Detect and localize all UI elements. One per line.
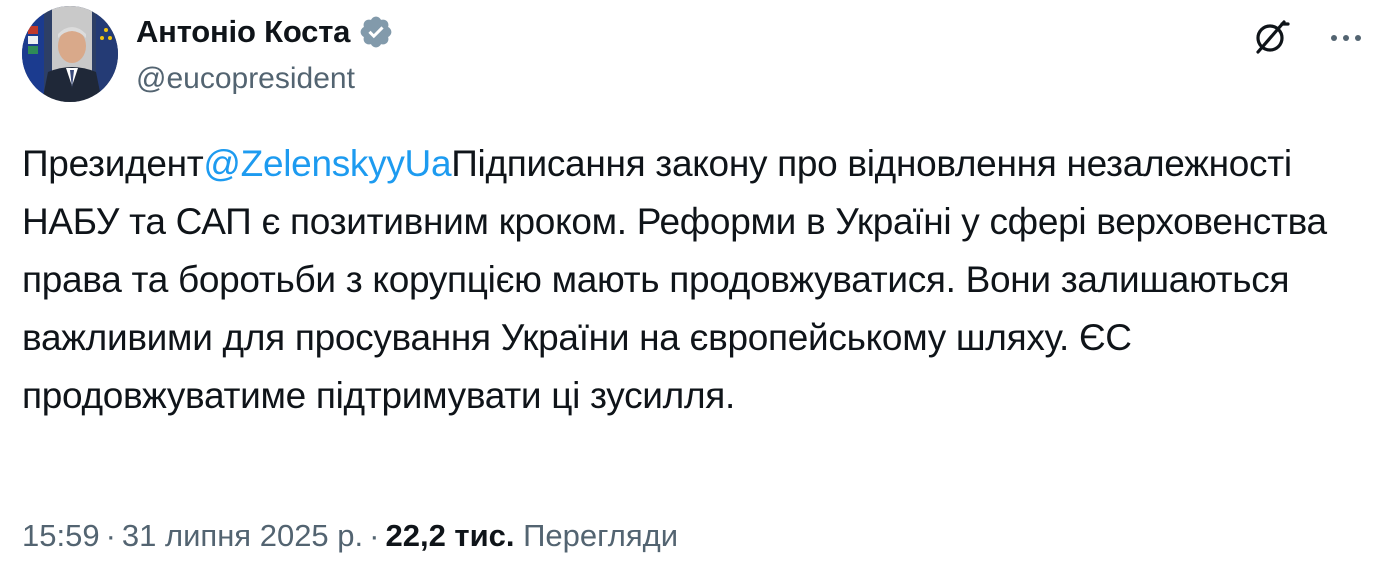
verified-badge-icon[interactable] bbox=[358, 14, 394, 50]
tweet-text: Президент@ZelenskyyUaПідписання закону п… bbox=[22, 135, 1367, 425]
tweet-meta: 15:59 · 31 липня 2025 р. · 22,2 тис. Перегля… bbox=[22, 518, 678, 554]
tweet-header: Антоніо Коста @eucopresident bbox=[22, 6, 1378, 106]
display-name[interactable]: Антоніо Коста bbox=[136, 14, 350, 50]
handle[interactable]: @eucopresident bbox=[136, 62, 355, 96]
avatar[interactable] bbox=[22, 6, 118, 102]
tweet-date[interactable]: 31 липня 2025 р. bbox=[122, 518, 363, 553]
separator: · bbox=[369, 518, 380, 553]
separator: · bbox=[105, 518, 116, 553]
tweet-prefix: Президент bbox=[22, 143, 204, 184]
tweet-time[interactable]: 15:59 bbox=[22, 518, 100, 553]
name-row: Антоніо Коста bbox=[136, 14, 394, 50]
views-count: 22,2 тис. bbox=[385, 518, 515, 553]
mention-link[interactable]: @ZelenskyyUa bbox=[203, 143, 451, 184]
tweet: Антоніо Коста @eucopresident Президент@Z… bbox=[0, 0, 1400, 584]
views-label: Перегляди bbox=[523, 518, 679, 553]
grok-icon[interactable] bbox=[1248, 16, 1292, 60]
avatar-photo bbox=[22, 6, 118, 102]
more-icon[interactable] bbox=[1324, 18, 1368, 58]
